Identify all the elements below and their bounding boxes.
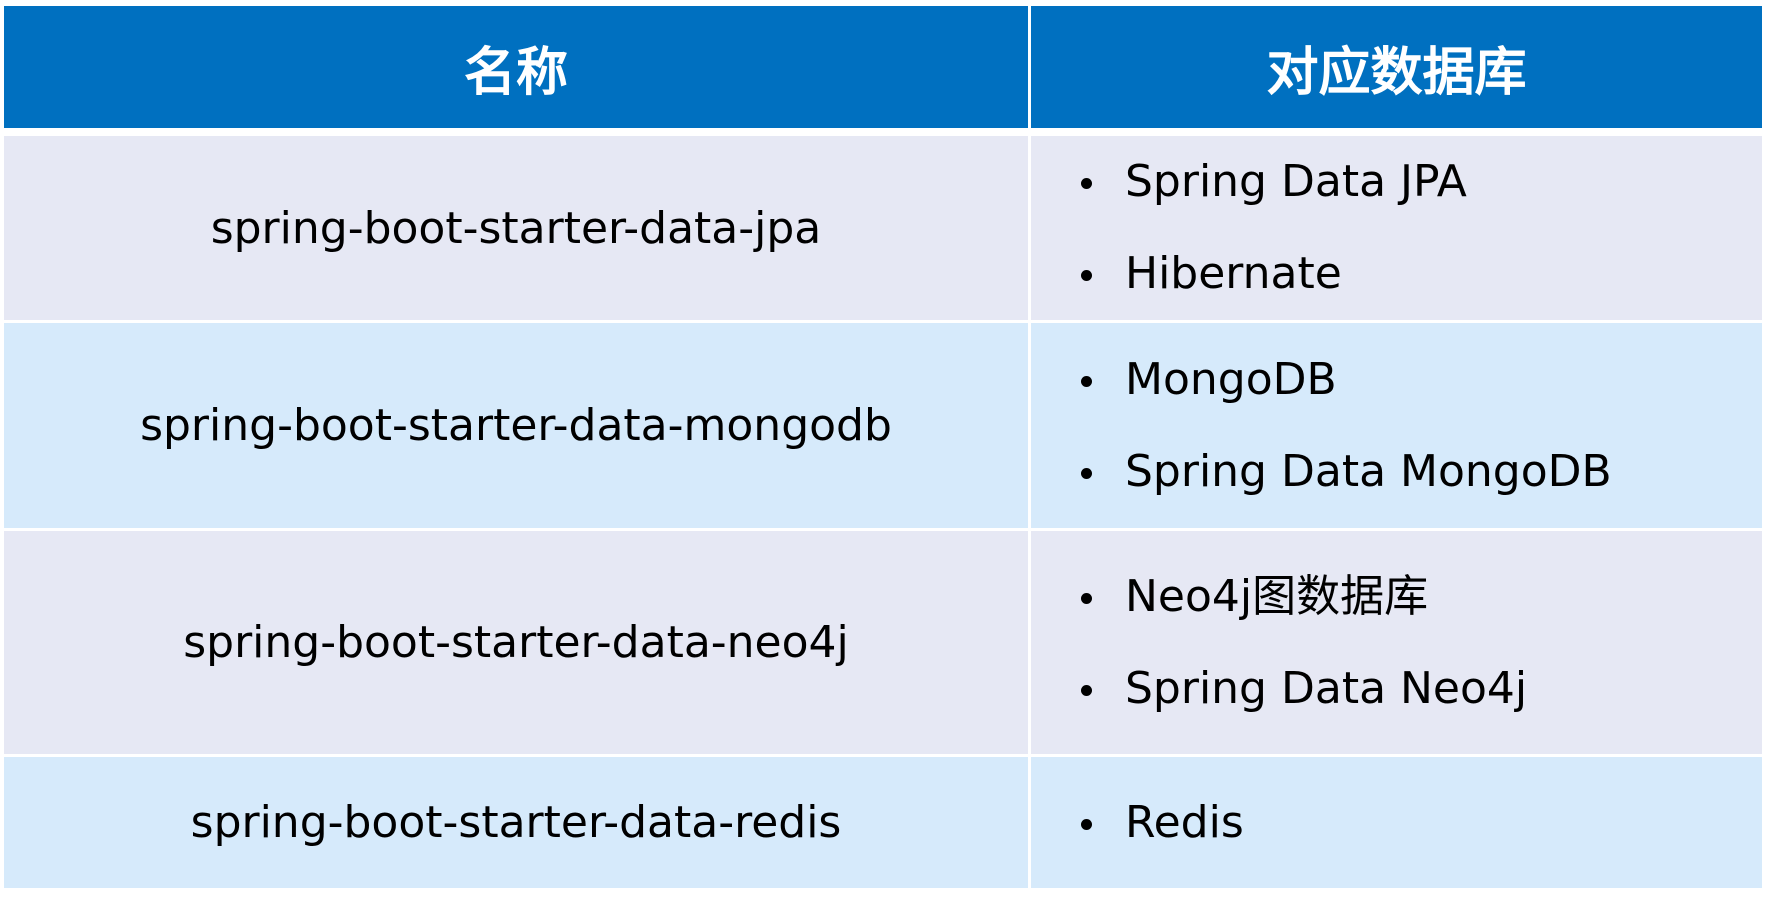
starter-name: spring-boot-starter-data-redis xyxy=(4,757,1031,891)
table-row: spring-boot-starter-data-mongodb MongoDB… xyxy=(4,323,1762,531)
database-item: Redis xyxy=(1081,777,1762,869)
header-row: 名称 对应数据库 xyxy=(4,6,1762,136)
database-item: Spring Data MongoDB xyxy=(1081,426,1762,518)
database-item: MongoDB xyxy=(1081,334,1762,426)
starter-name: spring-boot-starter-data-neo4j xyxy=(4,531,1031,757)
starter-table: 名称 对应数据库 spring-boot-starter-data-jpa Sp… xyxy=(4,6,1762,891)
database-item: Neo4j图数据库 xyxy=(1081,551,1762,643)
header-name: 名称 xyxy=(4,6,1031,136)
database-cell: Spring Data JPA Hibernate xyxy=(1031,136,1762,323)
database-cell: Neo4j图数据库 Spring Data Neo4j xyxy=(1031,531,1762,757)
table-row: spring-boot-starter-data-redis Redis xyxy=(4,757,1762,891)
database-item: Spring Data Neo4j xyxy=(1081,643,1762,735)
database-cell: MongoDB Spring Data MongoDB xyxy=(1031,323,1762,531)
database-item: Spring Data JPA xyxy=(1081,136,1762,228)
table-row: spring-boot-starter-data-neo4j Neo4j图数据库… xyxy=(4,531,1762,757)
table-row: spring-boot-starter-data-jpa Spring Data… xyxy=(4,136,1762,323)
starter-name: spring-boot-starter-data-jpa xyxy=(4,136,1031,323)
starter-name: spring-boot-starter-data-mongodb xyxy=(4,323,1031,531)
database-item: Hibernate xyxy=(1081,228,1762,320)
header-database: 对应数据库 xyxy=(1031,6,1762,136)
database-cell: Redis xyxy=(1031,757,1762,891)
